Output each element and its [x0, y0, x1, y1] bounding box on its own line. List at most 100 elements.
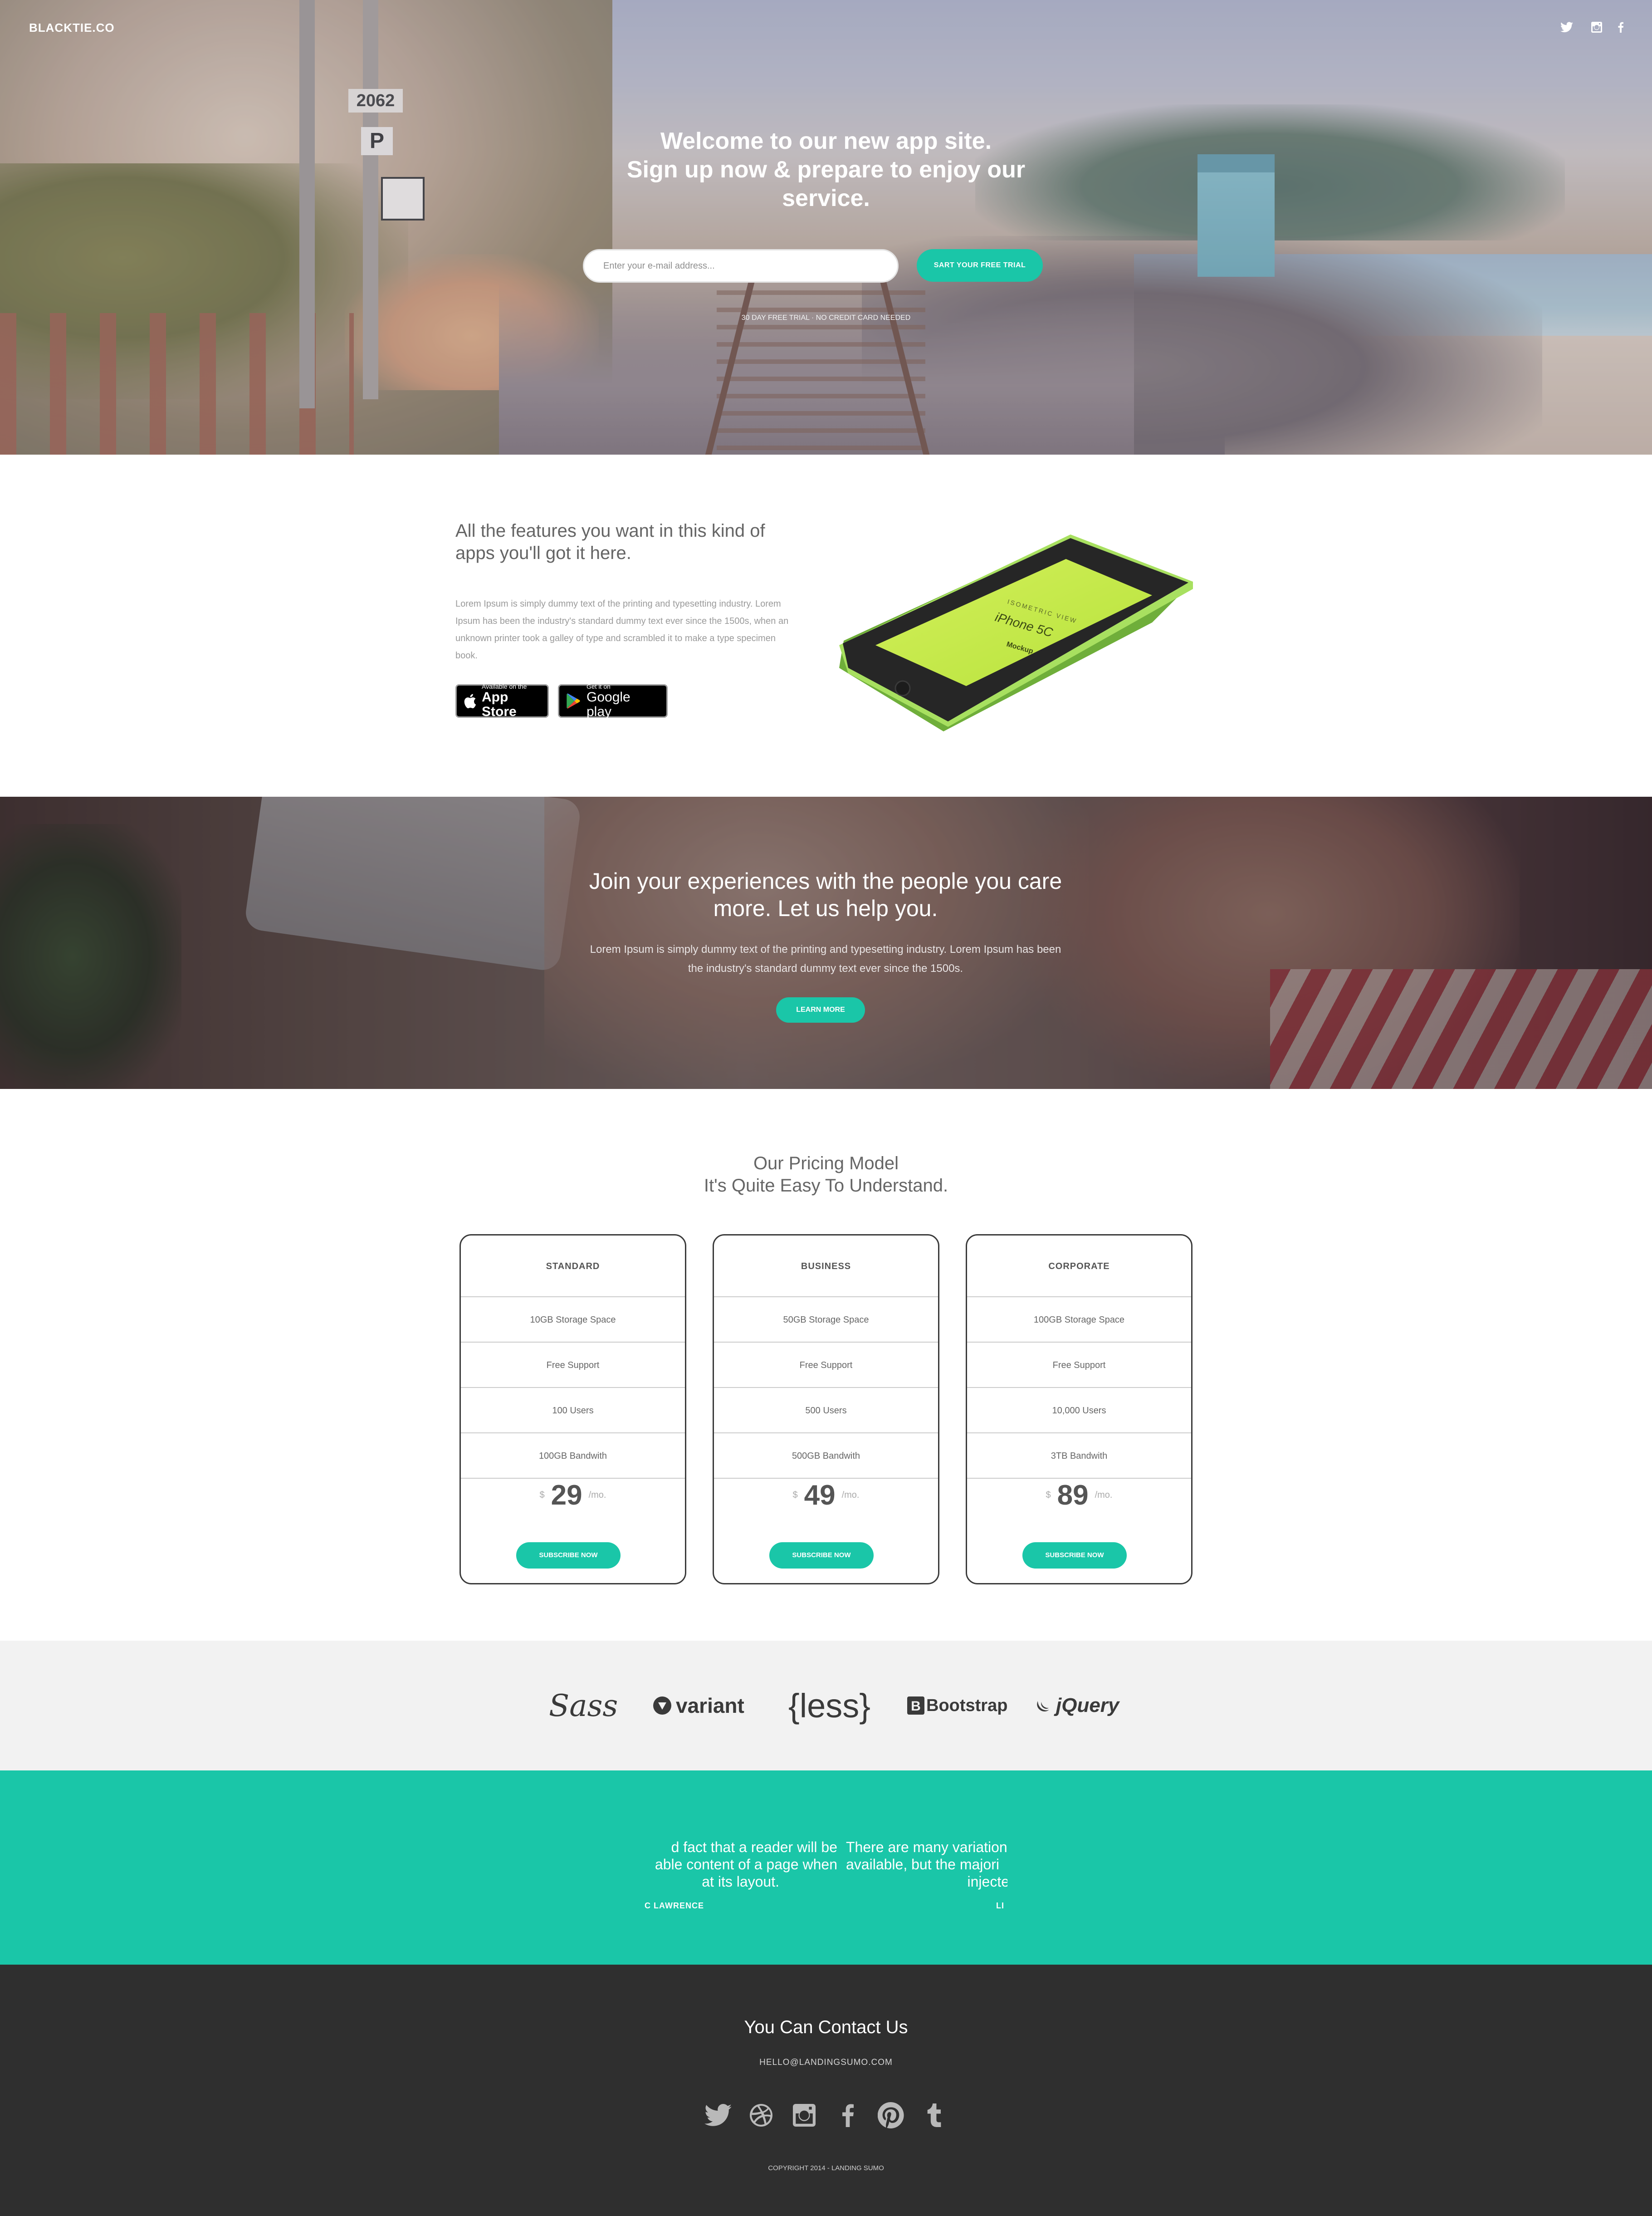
facebook-icon[interactable] [833, 2101, 862, 2130]
pricing-title-line: Our Pricing Model [753, 1153, 899, 1173]
testimonial-quote: There are many variation available, but … [846, 1838, 1007, 1890]
apple-icon [464, 694, 476, 708]
jquery-logo-text: jQuery [1056, 1694, 1119, 1716]
copyright-text: COPYRIGHT 2014 - LANDING SUMO [768, 2164, 884, 2172]
features-title: All the features you want in this kind o… [455, 521, 765, 563]
svg-text:B: B [911, 1699, 921, 1714]
less-logo: {less} [788, 1641, 870, 1770]
dribbble-icon[interactable] [747, 2101, 776, 2130]
plan-feature: 10,000 Users [967, 1388, 1191, 1433]
contact-title: You Can Contact Us [744, 2017, 908, 2037]
variant-icon [653, 1696, 671, 1715]
google-play-small-label: Get it on [586, 683, 611, 690]
footer-social-links [704, 2101, 948, 2130]
variant-logo: variant [653, 1641, 744, 1770]
bootstrap-logo-text: Bootstrap [926, 1696, 1008, 1715]
variant-logo-text: variant [676, 1694, 744, 1717]
app-store-label: App Store [482, 690, 517, 719]
subscribe-button[interactable]: SUBSCRIBE NOW [1022, 1542, 1127, 1569]
price-period: /mo. [841, 1490, 860, 1500]
tumblr-icon[interactable] [919, 2101, 948, 2130]
learn-more-button[interactable]: LEARN MORE [776, 997, 865, 1023]
testimonial-quote: d fact that a reader will be able conten… [645, 1838, 837, 1890]
price-currency: $ [1046, 1490, 1051, 1500]
google-play-icon [567, 693, 580, 709]
contact-email-link[interactable]: HELLO@LANDINGSUMO.COM [599, 2058, 1053, 2068]
price-currency: $ [539, 1490, 545, 1500]
price-amount: 89 [1057, 1480, 1089, 1511]
testimonial-quote-line: injecte [967, 1873, 1008, 1890]
features-text: Lorem Ipsum is simply dummy text of the … [455, 599, 789, 661]
hero-title: Welcome to our new app site. Sign up now… [554, 127, 1098, 213]
pinterest-icon[interactable] [876, 2101, 905, 2130]
pricing-title-line: It's Quite Easy To Understand. [704, 1176, 948, 1196]
testimonial-author: C LAWRENCE [645, 1901, 704, 1910]
subscribe-button[interactable]: SUBSCRIBE NOW [516, 1542, 621, 1569]
plan-feature: 500 Users [714, 1388, 938, 1433]
testimonials-section: d fact that a reader will be able conten… [0, 1770, 1652, 1965]
pricing-title: Our Pricing Model It's Quite Easy To Und… [599, 1152, 1053, 1197]
plan-feature: Free Support [714, 1343, 938, 1388]
email-input[interactable] [583, 249, 899, 283]
twitter-icon[interactable] [704, 2101, 733, 2130]
hero-overlay [0, 0, 1652, 455]
price-amount: 49 [804, 1480, 836, 1511]
iphone-mockup-image: ISOMETRIC VIEW iPhone 5C Mockup [839, 534, 1193, 731]
sass-logo-text: Sass [549, 1688, 618, 1723]
price-period: /mo. [1095, 1490, 1113, 1500]
free-trial-button[interactable]: SART YOUR FREE TRIAL [917, 249, 1043, 282]
testimonial-quote-line: d fact that a reader will be [671, 1839, 837, 1855]
pricing-card-standard: STANDARD 10GB Storage Space Free Support… [459, 1234, 686, 1584]
price-currency: $ [792, 1490, 798, 1500]
hero-title-line: Sign up now & prepare to enjoy our [626, 157, 1026, 183]
plan-feature: 100 Users [461, 1388, 685, 1433]
join-title: Join your experiences with the people yo… [589, 868, 1062, 921]
hero-section: 2062 P BLACKTIE.CO Welcome to our new ap… [0, 0, 1652, 455]
testimonial-carousel[interactable]: d fact that a reader will be able conten… [645, 1838, 1007, 1911]
plan-price: $89/mo. [967, 1479, 1191, 1511]
testimonial-quote-line: There are many variation [846, 1839, 1007, 1855]
trial-note: 30 DAY FREE TRIAL · NO CREDIT CARD NEEDE… [741, 314, 911, 322]
phone-home-button [894, 680, 911, 696]
footer-section: You Can Contact Us HELLO@LANDINGSUMO.COM… [0, 1965, 1652, 2216]
plan-name: BUSINESS [714, 1235, 938, 1297]
price-amount: 29 [551, 1480, 582, 1511]
features-section: All the features you want in this kind o… [0, 455, 1652, 797]
tech-logos-section: Sass variant {less} B Bootstrap jQuery [0, 1641, 1652, 1770]
testimonial-quote-line: able content of a page when [655, 1856, 837, 1873]
hero-title-line: Welcome to our new app site. [660, 128, 992, 154]
pricing-card-corporate: CORPORATE 100GB Storage Space Free Suppo… [966, 1234, 1193, 1584]
plan-price: $29/mo. [461, 1479, 685, 1511]
testimonial-quote-line: available, but the majori [846, 1856, 999, 1873]
plan-name: STANDARD [461, 1235, 685, 1297]
app-store-small-label: Available on the [482, 683, 527, 690]
jquery-icon [1037, 1701, 1049, 1711]
join-text: Lorem Ipsum is simply dummy text of the … [590, 943, 1061, 975]
jquery-logo: jQuery [1035, 1641, 1119, 1770]
plan-feature: 50GB Storage Space [714, 1297, 938, 1343]
testimonial-quote-line: at its layout. [702, 1873, 779, 1890]
instagram-icon[interactable] [1591, 22, 1602, 33]
pricing-section: Our Pricing Model It's Quite Easy To Und… [0, 1089, 1652, 1641]
bootstrap-logo: B Bootstrap [907, 1641, 1007, 1770]
app-store-button[interactable]: Available on the App Store [455, 683, 549, 719]
subscribe-button[interactable]: SUBSCRIBE NOW [769, 1542, 874, 1569]
testimonial-author: LI [996, 1901, 1004, 1910]
sass-logo: Sass [549, 1641, 618, 1770]
instagram-icon[interactable] [790, 2101, 819, 2130]
less-logo-text: {less} [788, 1687, 871, 1725]
hero-title-line: service. [782, 185, 870, 211]
google-play-button[interactable]: Get it on Google play [558, 683, 668, 719]
plan-feature: 500GB Bandwith [714, 1433, 938, 1479]
pricing-card-business: BUSINESS 50GB Storage Space Free Support… [713, 1234, 939, 1584]
site-logo[interactable]: BLACKTIE.CO [29, 21, 115, 35]
plan-feature: 100GB Bandwith [461, 1433, 685, 1479]
plan-feature: 100GB Storage Space [967, 1297, 1191, 1343]
plan-feature: Free Support [461, 1343, 685, 1388]
twitter-icon[interactable] [1560, 22, 1573, 33]
plan-name: CORPORATE [967, 1235, 1191, 1297]
join-section: Join your experiences with the people yo… [0, 797, 1652, 1089]
plan-feature: 3TB Bandwith [967, 1433, 1191, 1479]
facebook-icon[interactable] [1618, 22, 1624, 33]
google-play-label: Google play [586, 690, 630, 719]
